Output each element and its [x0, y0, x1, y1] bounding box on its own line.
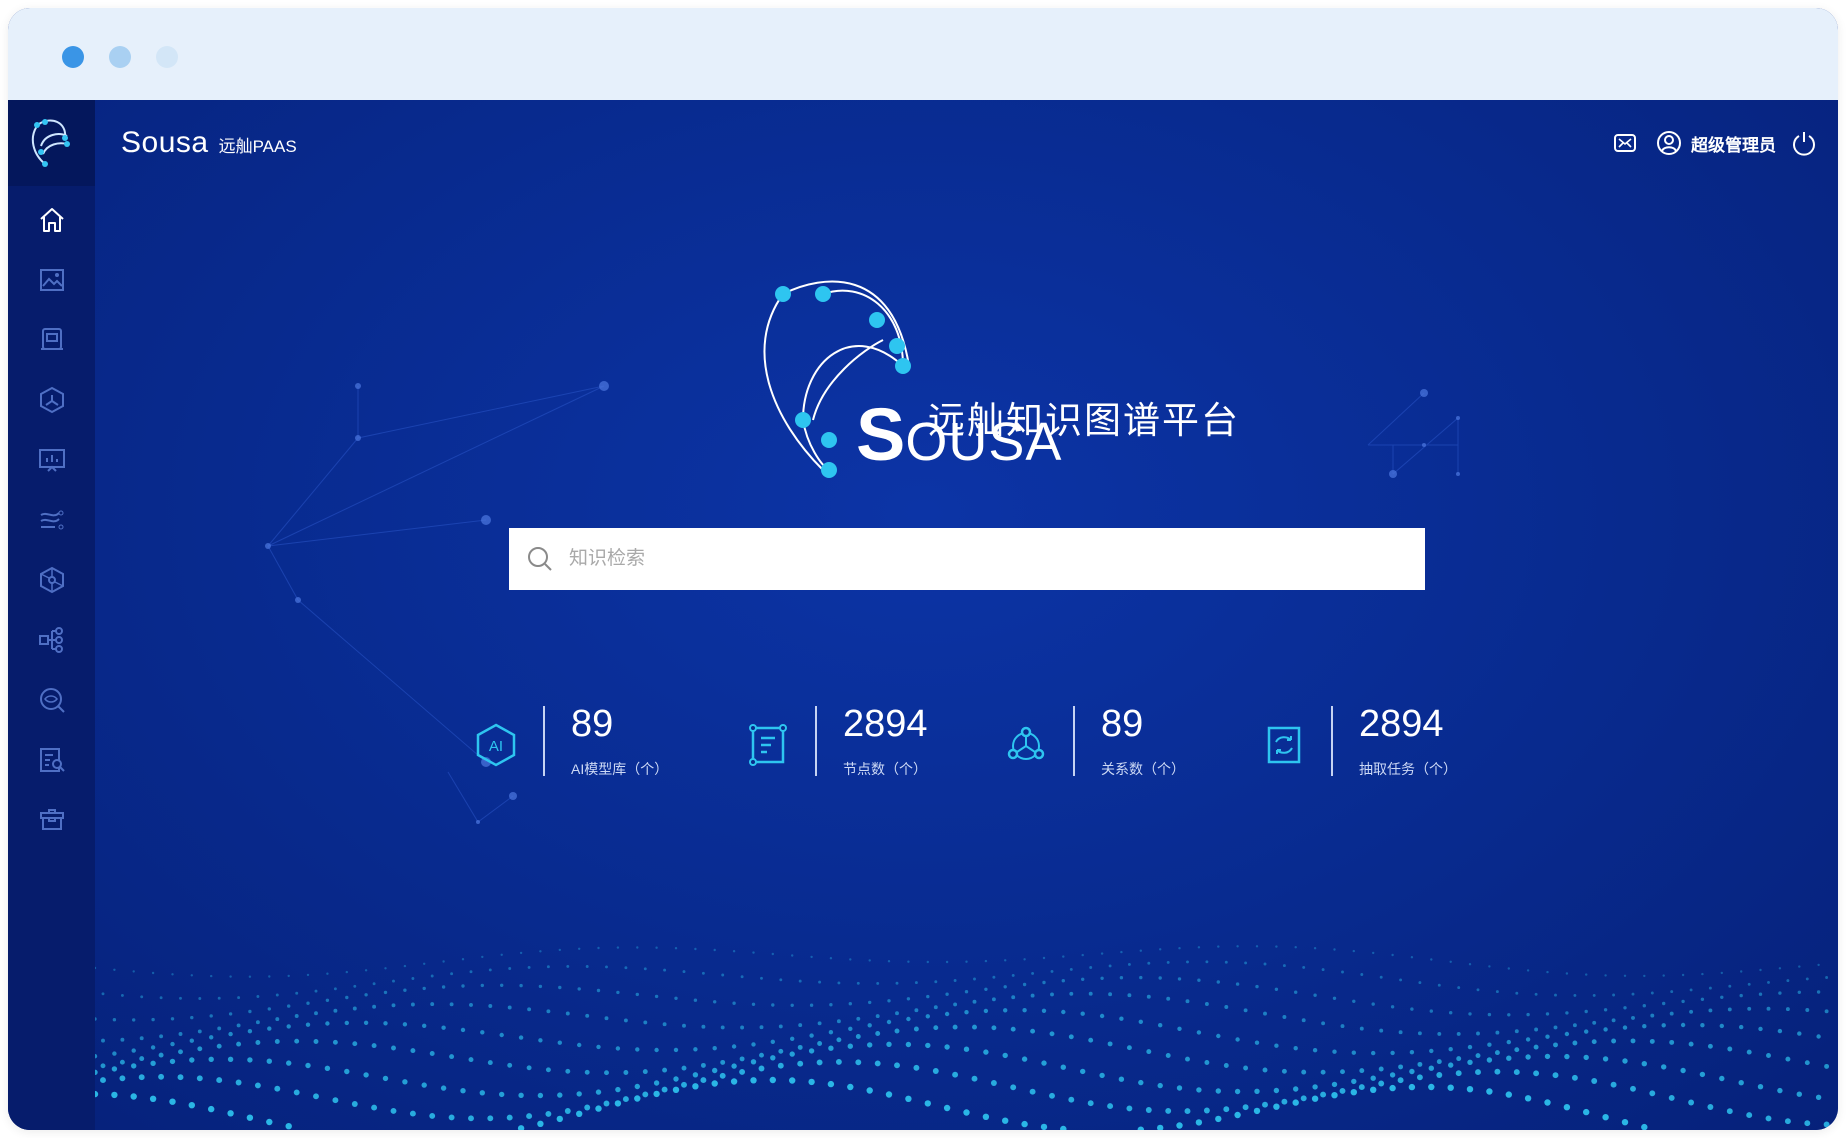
knowledge-search-input[interactable]: [567, 547, 1391, 571]
app-content: Sousa 远舢PAAS 超级管理员 远舢知识图谱平台 SOUSA 知识检索 A…: [8, 100, 1838, 1130]
stat-value: 89: [1101, 703, 1144, 745]
stat-value: 2894: [843, 703, 928, 745]
sidebar-item-network[interactable]: [8, 555, 95, 605]
sidebar-item-dashboard[interactable]: [8, 435, 95, 485]
hero-word-initial: S: [856, 393, 906, 476]
window-maximize-button[interactable]: [156, 46, 178, 68]
sidebar-item-flow[interactable]: [8, 495, 95, 545]
stat-label: AI模型库（个）: [571, 761, 669, 777]
network-icon: [39, 566, 64, 594]
app-window: Sousa 远舢PAAS 超级管理员 远舢知识图谱平台 SOUSA 知识检索 A…: [8, 8, 1838, 1130]
mail-icon[interactable]: [1611, 129, 1639, 157]
image-icon: [39, 269, 64, 291]
window-minimize-button[interactable]: [109, 46, 131, 68]
flow-icon: [39, 510, 63, 530]
brand-name: Sousa: [121, 126, 209, 159]
stat-label: 关系数（个）: [1101, 761, 1185, 777]
sidebar-item-tree[interactable]: [8, 615, 95, 665]
sidebar-item-toolbox[interactable]: [8, 795, 95, 845]
sidebar-logo[interactable]: [8, 100, 95, 186]
sidebar-item-model[interactable]: [8, 315, 95, 365]
stat-divider: [543, 706, 545, 776]
search-icon[interactable]: [527, 546, 553, 572]
stat-value: 89: [571, 703, 614, 745]
sidebar-item-doc-search[interactable]: [8, 735, 95, 785]
stat-label: 抽取任务（个）: [1359, 761, 1457, 777]
sidebar-item-search-view[interactable]: [8, 675, 95, 725]
hero-wordmark: SOUSA: [856, 398, 1062, 472]
hero-word-rest: OUSA: [905, 412, 1063, 472]
stat-divider: [1073, 706, 1075, 776]
brand: Sousa 远舢PAAS: [121, 126, 297, 160]
stat-divider: [815, 706, 817, 776]
sidebar-item-graph[interactable]: [8, 375, 95, 425]
user-icon[interactable]: [1655, 129, 1683, 157]
sousa-logo-icon: [31, 119, 70, 167]
relation-graph-icon: [1007, 726, 1045, 760]
ai-hexagon-icon: AI: [476, 723, 516, 767]
home-icon: [39, 208, 64, 232]
extract-task-icon: [1267, 726, 1301, 764]
stat-divider: [1331, 706, 1333, 776]
dashboard-icon: [38, 449, 65, 472]
stat-value: 2894: [1359, 703, 1444, 745]
eye-search-icon: [39, 688, 65, 713]
model-icon: [40, 328, 63, 350]
knowledge-search-bar: [509, 528, 1425, 590]
sidebar-item-image[interactable]: [8, 255, 95, 305]
stat-label: 节点数（个）: [843, 761, 927, 777]
node-doc-icon: [749, 724, 787, 766]
window-close-button[interactable]: [62, 46, 84, 68]
top-bar: Sousa 远舢PAAS 超级管理员: [95, 100, 1838, 186]
doc-search-icon: [39, 748, 65, 772]
brand-subtitle: 远舢PAAS: [218, 137, 297, 156]
ai-icon-text: AI: [489, 738, 503, 755]
toolbox-icon: [39, 809, 64, 830]
power-icon[interactable]: [1790, 129, 1818, 157]
sidebar: [8, 100, 95, 1130]
user-name[interactable]: 超级管理员: [1691, 131, 1776, 156]
hexagon-graph-icon: [39, 386, 64, 414]
particle-wave-decoration: [95, 945, 1830, 1130]
user-controls: 超级管理员: [1611, 126, 1818, 160]
window-titlebar: [8, 8, 1838, 100]
sidebar-item-home[interactable]: [8, 195, 95, 245]
tree-icon: [38, 627, 63, 653]
